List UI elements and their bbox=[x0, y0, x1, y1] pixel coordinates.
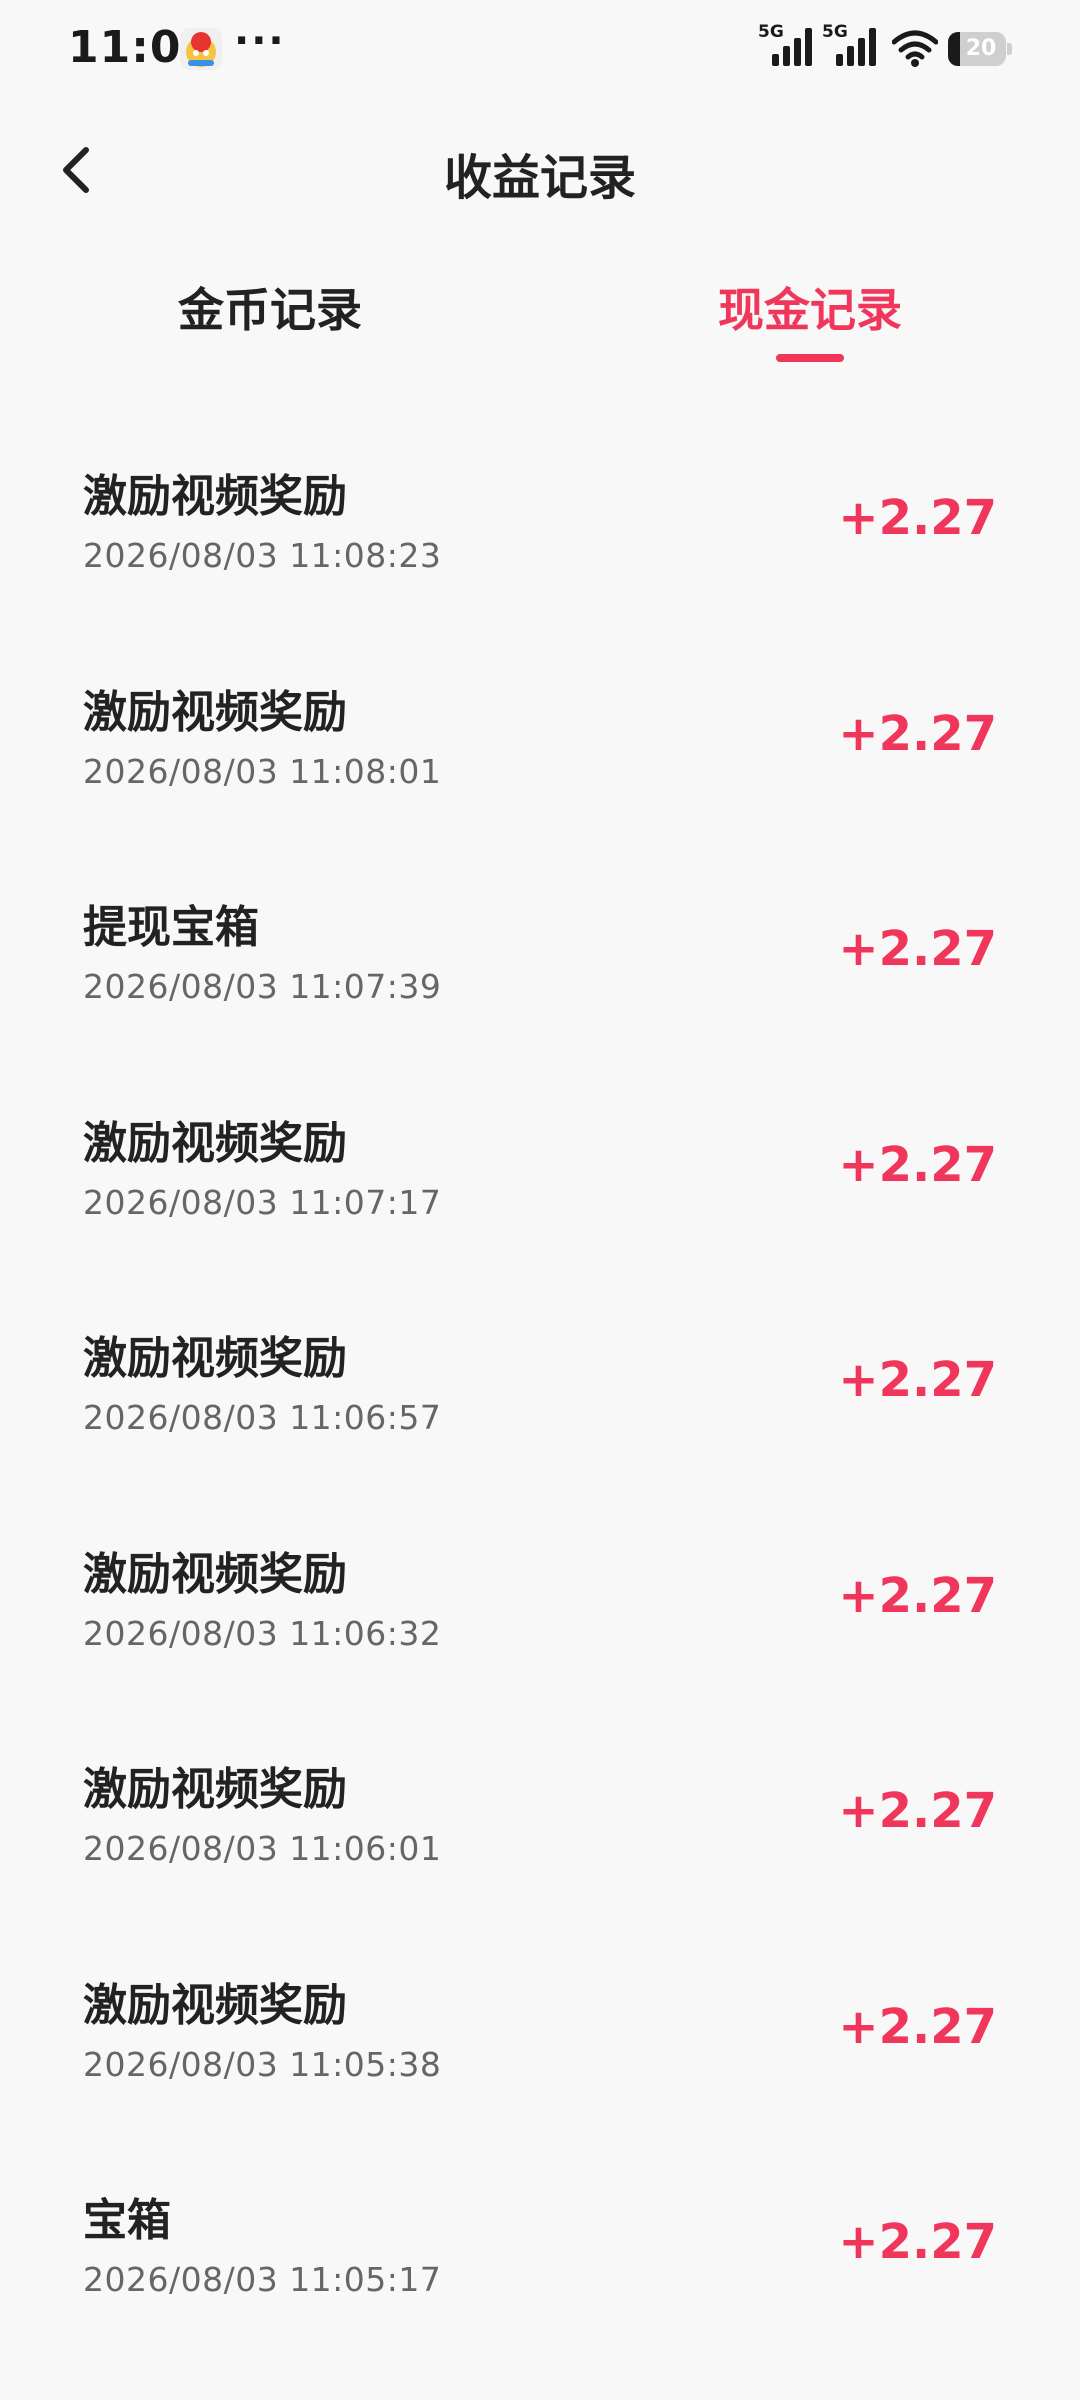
record-row: 激励视频奖励 2026/08/03 11:08:01 +2.27 bbox=[0, 626, 1080, 842]
record-time: 2026/08/03 11:07:39 bbox=[83, 967, 442, 1006]
record-time: 2026/08/03 11:05:38 bbox=[83, 2044, 442, 2084]
battery-icon: 20 bbox=[948, 32, 1012, 66]
wifi-icon bbox=[891, 30, 939, 68]
record-time: 2026/08/03 11:06:01 bbox=[83, 1829, 442, 1868]
cellular-signal-icon: 5G bbox=[758, 22, 822, 68]
chevron-left-icon bbox=[63, 147, 89, 193]
back-button[interactable] bbox=[40, 134, 112, 206]
record-time: 2026/08/03 11:05:17 bbox=[83, 2260, 442, 2299]
record-row: 宝箱 2026/08/03 11:05:17 +2.27 bbox=[0, 2134, 1080, 2350]
record-title: 激励视频奖励 bbox=[83, 471, 347, 522]
battery-body: 20 bbox=[948, 32, 1006, 66]
status-bar: 11:09 ··· 5G 5G 20 bbox=[0, 0, 1080, 100]
record-amount: +2.27 bbox=[838, 2214, 997, 2270]
record-time: 2026/08/03 11:08:01 bbox=[83, 751, 442, 791]
tab-coin-records[interactable]: 金币记录 bbox=[120, 250, 420, 370]
record-title: 激励视频奖励 bbox=[83, 1764, 347, 1815]
record-time: 2026/08/03 11:08:23 bbox=[83, 536, 442, 575]
page-header: 收益记录 bbox=[0, 110, 1080, 230]
battery-level: 20 bbox=[965, 36, 997, 61]
record-title: 激励视频奖励 bbox=[83, 1117, 347, 1169]
record-time: 2026/08/03 11:06:32 bbox=[83, 1613, 442, 1653]
record-amount: +2.27 bbox=[838, 1136, 997, 1193]
record-title: 提现宝箱 bbox=[83, 902, 259, 953]
page-title: 收益记录 bbox=[443, 150, 636, 206]
record-title: 激励视频奖励 bbox=[83, 1979, 347, 2031]
record-time: 2026/08/03 11:06:57 bbox=[83, 1398, 442, 1437]
record-time: 2026/08/03 11:07:17 bbox=[83, 1182, 442, 1222]
tab-cash-records[interactable]: 现金记录 bbox=[660, 250, 960, 370]
record-amount: +2.27 bbox=[838, 490, 997, 546]
more-notifications-icon: ··· bbox=[234, 18, 286, 64]
battery-tip bbox=[1007, 43, 1012, 55]
record-amount: +2.27 bbox=[838, 921, 997, 977]
record-amount: +2.27 bbox=[838, 1352, 997, 1408]
record-title: 激励视频奖励 bbox=[83, 686, 347, 738]
record-list: 激励视频奖励 2026/08/03 11:08:23 +2.27 激励视频奖励 … bbox=[0, 410, 1080, 2350]
record-row: 激励视频奖励 2026/08/03 11:08:23 +2.27 bbox=[0, 410, 1080, 626]
record-row: 激励视频奖励 2026/08/03 11:06:32 +2.27 bbox=[0, 1488, 1080, 1704]
record-row: 激励视频奖励 2026/08/03 11:06:01 +2.27 bbox=[0, 1703, 1080, 1919]
record-title: 宝箱 bbox=[83, 2195, 171, 2246]
record-row: 激励视频奖励 2026/08/03 11:05:38 +2.27 bbox=[0, 1919, 1080, 2135]
record-row: 提现宝箱 2026/08/03 11:07:39 +2.27 bbox=[0, 841, 1080, 1057]
record-title: 激励视频奖励 bbox=[83, 1548, 347, 1600]
tab-coin-records-label: 金币记录 bbox=[178, 283, 362, 337]
app-notification-icon bbox=[180, 28, 222, 70]
cellular-signal-2-icon: 5G bbox=[822, 22, 886, 68]
record-row: 激励视频奖励 2026/08/03 11:07:17 +2.27 bbox=[0, 1057, 1080, 1273]
record-amount: +2.27 bbox=[838, 1567, 997, 1624]
tab-cash-records-label: 现金记录 bbox=[718, 283, 902, 337]
active-tab-indicator bbox=[776, 354, 844, 362]
record-amount: +2.27 bbox=[838, 1783, 997, 1839]
record-row: 激励视频奖励 2026/08/03 11:06:57 +2.27 bbox=[0, 1272, 1080, 1488]
record-tabs: 金币记录 现金记录 bbox=[0, 250, 1080, 370]
record-amount: +2.27 bbox=[838, 705, 997, 762]
record-title: 激励视频奖励 bbox=[83, 1333, 347, 1384]
record-amount: +2.27 bbox=[838, 1998, 997, 2055]
